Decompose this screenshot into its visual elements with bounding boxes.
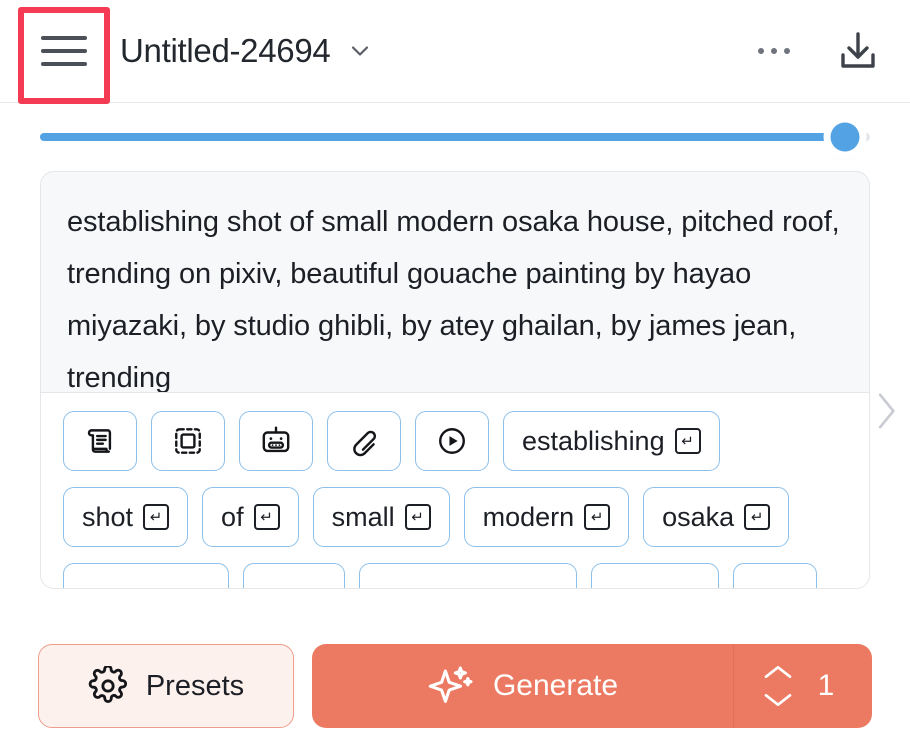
- title-dropdown-button[interactable]: [346, 37, 374, 65]
- app-root: Untitled-24694 establishing shot of smal…: [0, 0, 910, 744]
- chevron-up-icon[interactable]: [762, 663, 794, 681]
- generate-count-value: 1: [817, 669, 835, 702]
- more-options-icon-dot2: [771, 48, 777, 54]
- hamburger-menu-button[interactable]: [18, 3, 110, 99]
- token-chip-label: modern: [482, 501, 575, 532]
- bottom-action-bar: Presets Generate 1: [0, 644, 910, 728]
- chevron-down-icon[interactable]: [762, 691, 794, 709]
- presets-label: Presets: [145, 669, 245, 702]
- crop-select-button[interactable]: [151, 411, 225, 471]
- paperclip-icon: [348, 425, 380, 457]
- download-button[interactable]: [832, 25, 884, 77]
- token-chip-label: establishing: [522, 425, 665, 456]
- token-chips-area: establishing ↵ shot ↵ of ↵ small ↵ moder…: [41, 393, 869, 588]
- generate-button[interactable]: Generate: [312, 644, 733, 728]
- app-header: Untitled-24694: [0, 0, 910, 104]
- token-chip-row: shot ↵ of ↵ small ↵ modern ↵ osaka ↵: [63, 487, 869, 547]
- token-chip[interactable]: small ↵: [312, 487, 450, 547]
- prompt-card: establishing shot of small modern osaka …: [40, 171, 870, 589]
- prompt-textarea[interactable]: establishing shot of small modern osaka …: [41, 172, 869, 392]
- document-title: Untitled-24694: [120, 32, 331, 69]
- token-chip-label: of: [221, 501, 244, 532]
- token-chip-label: osaka: [662, 501, 735, 532]
- crop-select-icon: [172, 425, 204, 457]
- strength-slider[interactable]: [40, 122, 870, 152]
- token-chip-label: small: [331, 501, 395, 532]
- enter-key-icon: ↵: [143, 504, 170, 530]
- generate-label: Generate: [492, 669, 619, 702]
- token-chip[interactable]: [63, 563, 229, 588]
- token-chip-label: shot: [82, 501, 134, 532]
- scroll-button[interactable]: [63, 411, 137, 471]
- robot-icon: [259, 424, 293, 458]
- token-chip[interactable]: osaka ↵: [643, 487, 790, 547]
- token-chip-row-clipped: [63, 563, 869, 588]
- token-chip[interactable]: shot ↵: [63, 487, 189, 547]
- chevron-down-icon: [346, 37, 374, 65]
- download-icon: [834, 27, 882, 75]
- hamburger-menu-icon: [41, 36, 87, 66]
- toolbar-and-chip-row: establishing ↵: [63, 411, 869, 471]
- generate-count-group: 1: [733, 644, 872, 728]
- presets-button[interactable]: Presets: [38, 644, 294, 728]
- token-chip[interactable]: of ↵: [202, 487, 299, 547]
- more-options-button[interactable]: [746, 38, 802, 64]
- count-stepper[interactable]: [762, 663, 794, 709]
- chevron-right-icon: [868, 386, 904, 436]
- slider-thumb[interactable]: [830, 122, 860, 152]
- enter-key-icon: ↵: [253, 504, 280, 530]
- scroll-icon: [83, 424, 117, 458]
- slider-container: [0, 103, 910, 171]
- token-chip[interactable]: [243, 563, 345, 588]
- play-button[interactable]: [415, 411, 489, 471]
- slider-fill: [40, 133, 846, 141]
- enter-key-icon: ↵: [674, 428, 701, 454]
- enter-key-icon: ↵: [404, 504, 431, 530]
- token-chip[interactable]: [359, 563, 577, 588]
- token-chip[interactable]: [733, 563, 817, 588]
- enter-key-icon: ↵: [744, 504, 771, 530]
- gear-icon: [88, 666, 128, 706]
- next-panel-button[interactable]: [868, 386, 904, 436]
- token-chip[interactable]: modern ↵: [463, 487, 630, 547]
- robot-button[interactable]: [239, 411, 313, 471]
- attach-button[interactable]: [327, 411, 401, 471]
- more-options-icon: [758, 48, 764, 54]
- enter-key-icon: ↵: [584, 504, 611, 530]
- token-chip[interactable]: establishing ↵: [503, 411, 720, 471]
- play-circle-icon: [435, 424, 469, 458]
- more-options-icon-dot3: [784, 48, 790, 54]
- sparkle-icon: [427, 663, 473, 709]
- token-chip[interactable]: [591, 563, 719, 588]
- generate-group: Generate 1: [312, 644, 872, 728]
